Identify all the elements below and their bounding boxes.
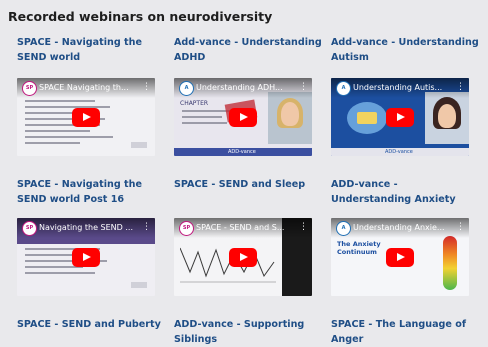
video-thumbnail[interactable]: SP SPACE - SEND and S... ⋮ [174, 218, 312, 296]
slide-title-line1: The Anxiety [337, 240, 381, 248]
video-title-link[interactable]: SPACE - SEND and Puberty [17, 317, 167, 332]
presenter-face [281, 102, 299, 126]
thumbnail-title: SPACE Navigating th... [39, 83, 129, 92]
add-vance-logo-icon: A [336, 81, 351, 96]
presenter-video [425, 92, 469, 144]
play-button-icon[interactable] [386, 248, 414, 267]
thumbnail-title: Understanding ADH... [196, 83, 283, 92]
add-vance-logo-icon: A [336, 221, 351, 236]
more-options-icon[interactable]: ⋮ [142, 81, 151, 94]
sleep-chart-graphic [180, 247, 276, 283]
thumbnail-title: Navigating the SEND ... [39, 223, 133, 232]
video-title-link[interactable]: SPACE - Navigating the SEND world Post 1… [17, 177, 167, 207]
footer-label: ADD-vance [385, 149, 413, 155]
presenter-face [438, 104, 456, 128]
play-button-icon[interactable] [386, 108, 414, 127]
video-title-link[interactable]: SPACE - The Language of Anger [331, 317, 481, 347]
page-title: Recorded webinars on neurodiversity [8, 9, 273, 24]
play-button-icon[interactable] [229, 248, 257, 267]
space-logo-icon: SP [22, 221, 37, 236]
thumbnail-title: SPACE - SEND and S... [196, 223, 285, 232]
video-title-link[interactable]: Add-vance - Understanding ADHD [174, 35, 324, 65]
video-title-link[interactable]: Add-vance - Understanding Autism [331, 35, 481, 65]
more-options-icon[interactable]: ⋮ [299, 221, 308, 234]
presenter-video [268, 92, 312, 144]
slide-text-lines [25, 248, 115, 278]
space-logo-icon: SP [179, 221, 194, 236]
play-button-icon[interactable] [72, 108, 100, 127]
slide-footer: ADD-vance [331, 148, 469, 156]
slide-logo [131, 142, 147, 148]
slide-logo [131, 282, 147, 288]
slide-footer: ADD-vance [174, 148, 312, 156]
thumbnail-title: Understanding Autis... [353, 83, 443, 92]
video-title-link[interactable]: ADD-vance - Supporting Siblings [174, 317, 324, 347]
video-thumbnail[interactable]: ADD-vance A Understanding Autis... ⋮ [331, 78, 469, 156]
more-options-icon[interactable]: ⋮ [456, 81, 465, 94]
add-vance-logo-icon: A [179, 81, 194, 96]
video-title-link[interactable]: ADD-vance - Understanding Anxiety [331, 177, 481, 207]
space-logo-icon: SP [22, 81, 37, 96]
slide-title-line2: Continuum [337, 248, 377, 256]
play-button-icon[interactable] [72, 248, 100, 267]
video-thumbnail[interactable]: CHAPTER ADD-vance A Understanding ADH...… [174, 78, 312, 156]
slide-text-lines [25, 100, 115, 148]
slide-chapter-label: CHAPTER [180, 100, 209, 107]
thermometer-icon [443, 236, 457, 290]
video-title-link[interactable]: SPACE - SEND and Sleep [174, 177, 324, 192]
more-options-icon[interactable]: ⋮ [456, 221, 465, 234]
video-thumbnail[interactable]: SP SPACE Navigating th... ⋮ [17, 78, 155, 156]
more-options-icon[interactable]: ⋮ [299, 81, 308, 94]
video-title-link[interactable]: SPACE - Navigating the SEND world [17, 35, 167, 65]
video-thumbnail[interactable]: The Anxiety Continuum A Understanding An… [331, 218, 469, 296]
footer-label: ADD-vance [228, 149, 256, 155]
play-button-icon[interactable] [229, 108, 257, 127]
slide-graphic-inner [357, 112, 377, 124]
more-options-icon[interactable]: ⋮ [142, 221, 151, 234]
video-thumbnail[interactable]: SP Navigating the SEND ... ⋮ [17, 218, 155, 296]
thumbnail-title: Understanding Anxie... [353, 223, 445, 232]
